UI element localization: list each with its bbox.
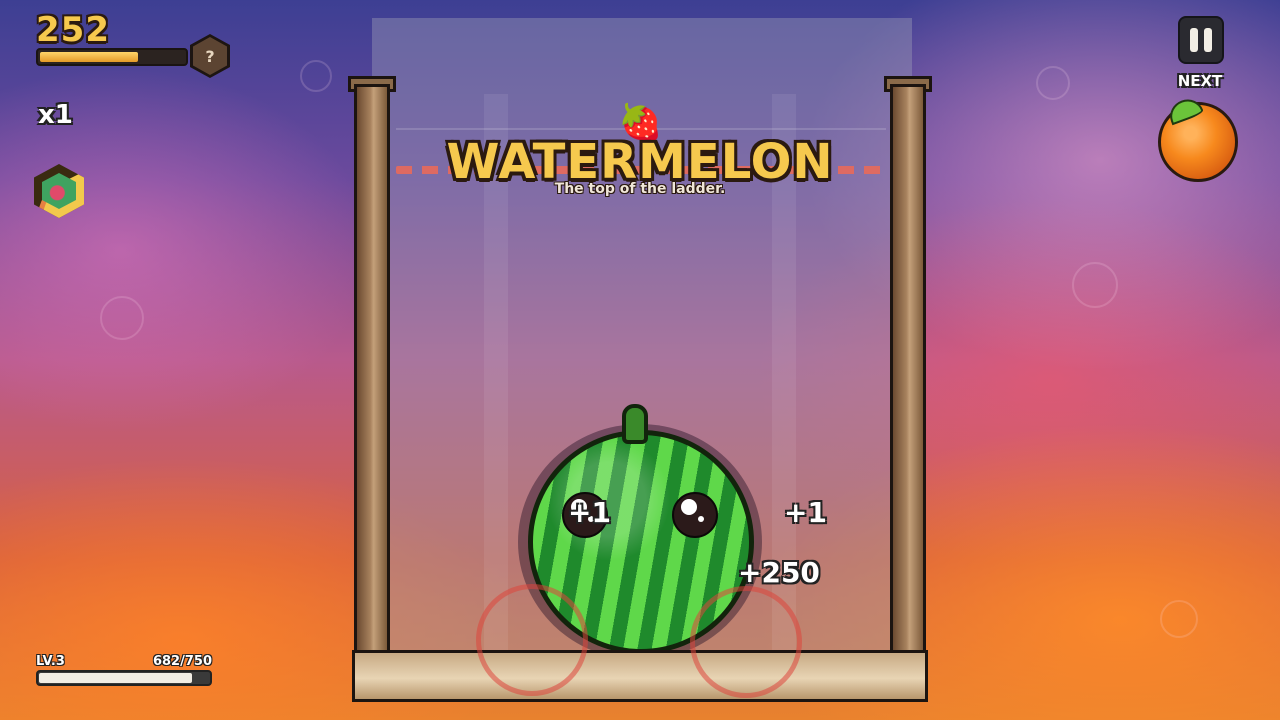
- background-sparkle: [300, 60, 332, 92]
- xp-bar-fill: [39, 673, 193, 683]
- left-wall-post: [354, 84, 390, 656]
- pause-icon-bar: [1204, 28, 1212, 52]
- unlock-banner-subtitle: The top of the ladder.: [554, 181, 726, 197]
- melon-right-eye: [672, 492, 718, 538]
- score-progress-bar: [36, 48, 188, 66]
- score-popup: +1: [784, 496, 827, 529]
- pause-button[interactable]: [1178, 16, 1224, 64]
- xp-label: 682/750: [152, 654, 212, 669]
- merge-ring-effect: [690, 586, 802, 698]
- watermelon-stem: [622, 404, 648, 444]
- xp-bar: [36, 670, 212, 686]
- score-progress-fill: [40, 52, 138, 62]
- pause-icon: [1190, 28, 1198, 52]
- score-popup: +250: [738, 556, 820, 589]
- background-sparkle: [1160, 600, 1198, 638]
- next-label: NEXT: [1177, 72, 1223, 90]
- background-sparkle: [1036, 66, 1070, 100]
- right-wall-post: [890, 84, 926, 656]
- level-progress: LV.3 682/750: [36, 654, 212, 686]
- powerup-hex-icon[interactable]: [34, 164, 84, 218]
- mystery-badge[interactable]: ?: [190, 34, 230, 78]
- background-sparkle: [1072, 262, 1118, 308]
- multiplier-label: x1: [38, 100, 73, 130]
- score-popup: +1: [568, 496, 611, 529]
- level-label: LV.3: [36, 654, 65, 669]
- container-floor: [352, 650, 928, 702]
- merge-ring-effect: [476, 584, 588, 696]
- score-value: 252: [36, 10, 110, 50]
- background-sparkle: [100, 296, 144, 340]
- mystery-badge-label: ?: [193, 37, 227, 75]
